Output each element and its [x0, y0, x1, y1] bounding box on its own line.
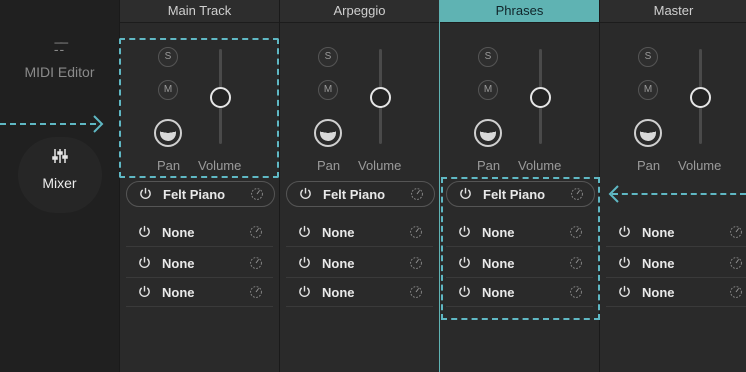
channel-name[interactable]: Main Track [120, 0, 279, 23]
fx-slot[interactable]: None [286, 280, 433, 307]
fx-settings-dial-icon[interactable] [407, 223, 425, 241]
fx-slot[interactable]: None [126, 251, 273, 278]
fx-slot-name: None [162, 225, 195, 240]
volume-fader-handle[interactable] [370, 87, 391, 108]
fx-slot[interactable]: None [286, 251, 433, 278]
power-icon[interactable] [298, 225, 311, 238]
volume-label: Volume [518, 158, 562, 173]
solo-button[interactable]: S [638, 47, 658, 67]
volume-label: Volume [678, 158, 722, 173]
channel-name[interactable]: Arpeggio [280, 0, 439, 23]
fx-settings-dial-icon[interactable] [247, 254, 265, 272]
pan-knob[interactable] [474, 119, 502, 147]
callout-arrow-right [612, 193, 746, 195]
fx-slot-name: None [322, 256, 355, 271]
power-icon[interactable] [298, 256, 311, 269]
fx-slot[interactable]: None [286, 220, 433, 247]
fx-slot-name: None [642, 256, 675, 271]
volume-label: Volume [358, 158, 402, 173]
volume-fader-handle[interactable] [530, 87, 551, 108]
fx-slot-name: Felt Piano [163, 187, 226, 202]
fx-slot[interactable]: None [606, 220, 746, 247]
callout-controls-box [119, 38, 279, 178]
fx-slot[interactable]: None [606, 280, 746, 307]
sidebar-item-midi-editor[interactable]: -̅-̅ MIDI Editor [0, 42, 119, 80]
channel-arpeggio: Arpeggio S M Pan Volume Felt Piano None None Non… [279, 0, 439, 372]
power-icon[interactable] [618, 256, 631, 269]
mute-button[interactable]: M [318, 80, 338, 100]
fx-slot-name: None [162, 256, 195, 271]
power-icon[interactable] [138, 256, 151, 269]
fx-settings-dial-icon[interactable] [407, 283, 425, 301]
power-icon[interactable] [139, 187, 152, 200]
pan-label: Pan [637, 158, 661, 173]
mute-button[interactable]: M [478, 80, 498, 100]
arrow-left-icon [608, 185, 619, 203]
pan-knob[interactable] [314, 119, 342, 147]
pan-knob[interactable] [634, 119, 662, 147]
fx-settings-dial-icon[interactable] [248, 185, 266, 203]
power-icon[interactable] [298, 285, 311, 298]
fx-slot[interactable]: Felt Piano [126, 181, 275, 207]
solo-button[interactable]: S [478, 47, 498, 67]
sliders-icon [51, 149, 68, 163]
sidebar-item-mixer[interactable]: Mixer [0, 148, 119, 191]
pan-label: Pan [317, 158, 341, 173]
fx-slot[interactable]: None [126, 280, 273, 307]
channel-master: Master S M Pan Volume None None None [599, 0, 746, 372]
fx-settings-dial-icon[interactable] [727, 254, 745, 272]
fx-slot-name: None [642, 285, 675, 300]
channel-name[interactable]: Master [600, 0, 746, 23]
fx-slot-name: None [322, 225, 355, 240]
power-icon[interactable] [299, 187, 312, 200]
power-icon[interactable] [618, 225, 631, 238]
fx-settings-dial-icon[interactable] [727, 283, 745, 301]
fx-slot-name: None [642, 225, 675, 240]
callout-fx-box [441, 177, 600, 320]
fx-settings-dial-icon[interactable] [247, 283, 265, 301]
fx-slot-name: None [162, 285, 195, 300]
fx-settings-dial-icon[interactable] [408, 185, 426, 203]
fx-slot-name: Felt Piano [323, 187, 386, 202]
callout-arrow-left [0, 123, 96, 125]
fx-slot-name: None [322, 285, 355, 300]
channel-name[interactable]: Phrases [440, 0, 599, 23]
fx-settings-dial-icon[interactable] [407, 254, 425, 272]
power-icon[interactable] [618, 285, 631, 298]
arrow-right-icon [93, 115, 104, 133]
power-icon[interactable] [138, 225, 151, 238]
midi-icon: -̅-̅ [53, 41, 66, 57]
fx-slot[interactable]: Felt Piano [286, 181, 435, 207]
solo-button[interactable]: S [318, 47, 338, 67]
fx-settings-dial-icon[interactable] [727, 223, 745, 241]
fx-slot[interactable]: None [606, 251, 746, 278]
mute-button[interactable]: M [638, 80, 658, 100]
power-icon[interactable] [138, 285, 151, 298]
pan-label: Pan [477, 158, 501, 173]
volume-fader-handle[interactable] [690, 87, 711, 108]
mixer-label: Mixer [42, 175, 77, 191]
midi-editor-label: MIDI Editor [24, 64, 95, 80]
fx-slot[interactable]: None [126, 220, 273, 247]
sidebar: -̅-̅ MIDI Editor Mixer [0, 0, 119, 372]
fx-settings-dial-icon[interactable] [247, 223, 265, 241]
